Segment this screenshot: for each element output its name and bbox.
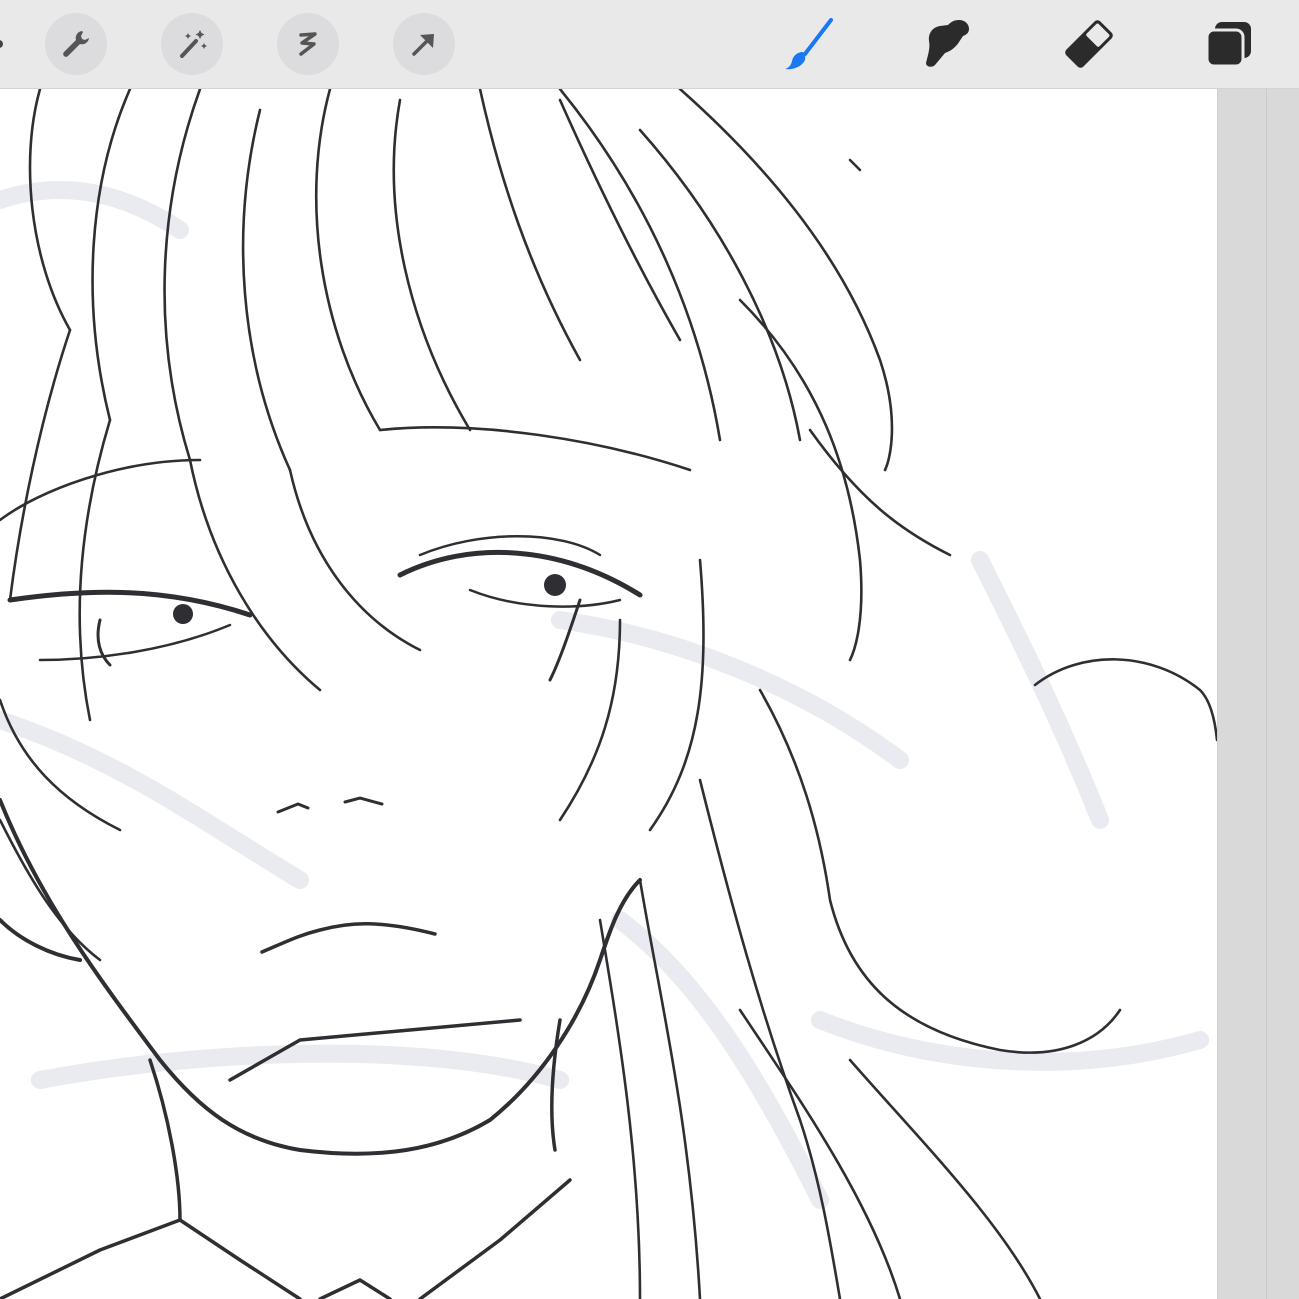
top-toolbar — [0, 0, 1299, 89]
smudge-icon — [919, 14, 979, 74]
brush-tool-button[interactable] — [778, 13, 840, 75]
magic-wand-icon — [174, 26, 210, 62]
selection-icon — [290, 26, 326, 62]
canvas-edge-gutter — [1217, 89, 1299, 1299]
brush-icon — [779, 14, 839, 74]
eraser-icon — [1059, 14, 1119, 74]
gutter-divider — [1266, 89, 1267, 1299]
sketch-artwork — [0, 89, 1217, 1299]
layers-button[interactable] — [1198, 13, 1260, 75]
wrench-icon — [58, 26, 94, 62]
arrow-cursor-icon — [406, 26, 442, 62]
smudge-tool-button[interactable] — [918, 13, 980, 75]
gallery-edge-icon[interactable] — [0, 40, 3, 48]
layers-icon — [1199, 14, 1259, 74]
right-pupil — [544, 574, 566, 596]
selection-button[interactable] — [277, 13, 339, 75]
actions-button[interactable] — [45, 13, 107, 75]
adjustments-button[interactable] — [161, 13, 223, 75]
transform-button[interactable] — [393, 13, 455, 75]
left-pupil — [173, 604, 193, 624]
eraser-tool-button[interactable] — [1058, 13, 1120, 75]
drawing-canvas[interactable] — [0, 89, 1217, 1299]
